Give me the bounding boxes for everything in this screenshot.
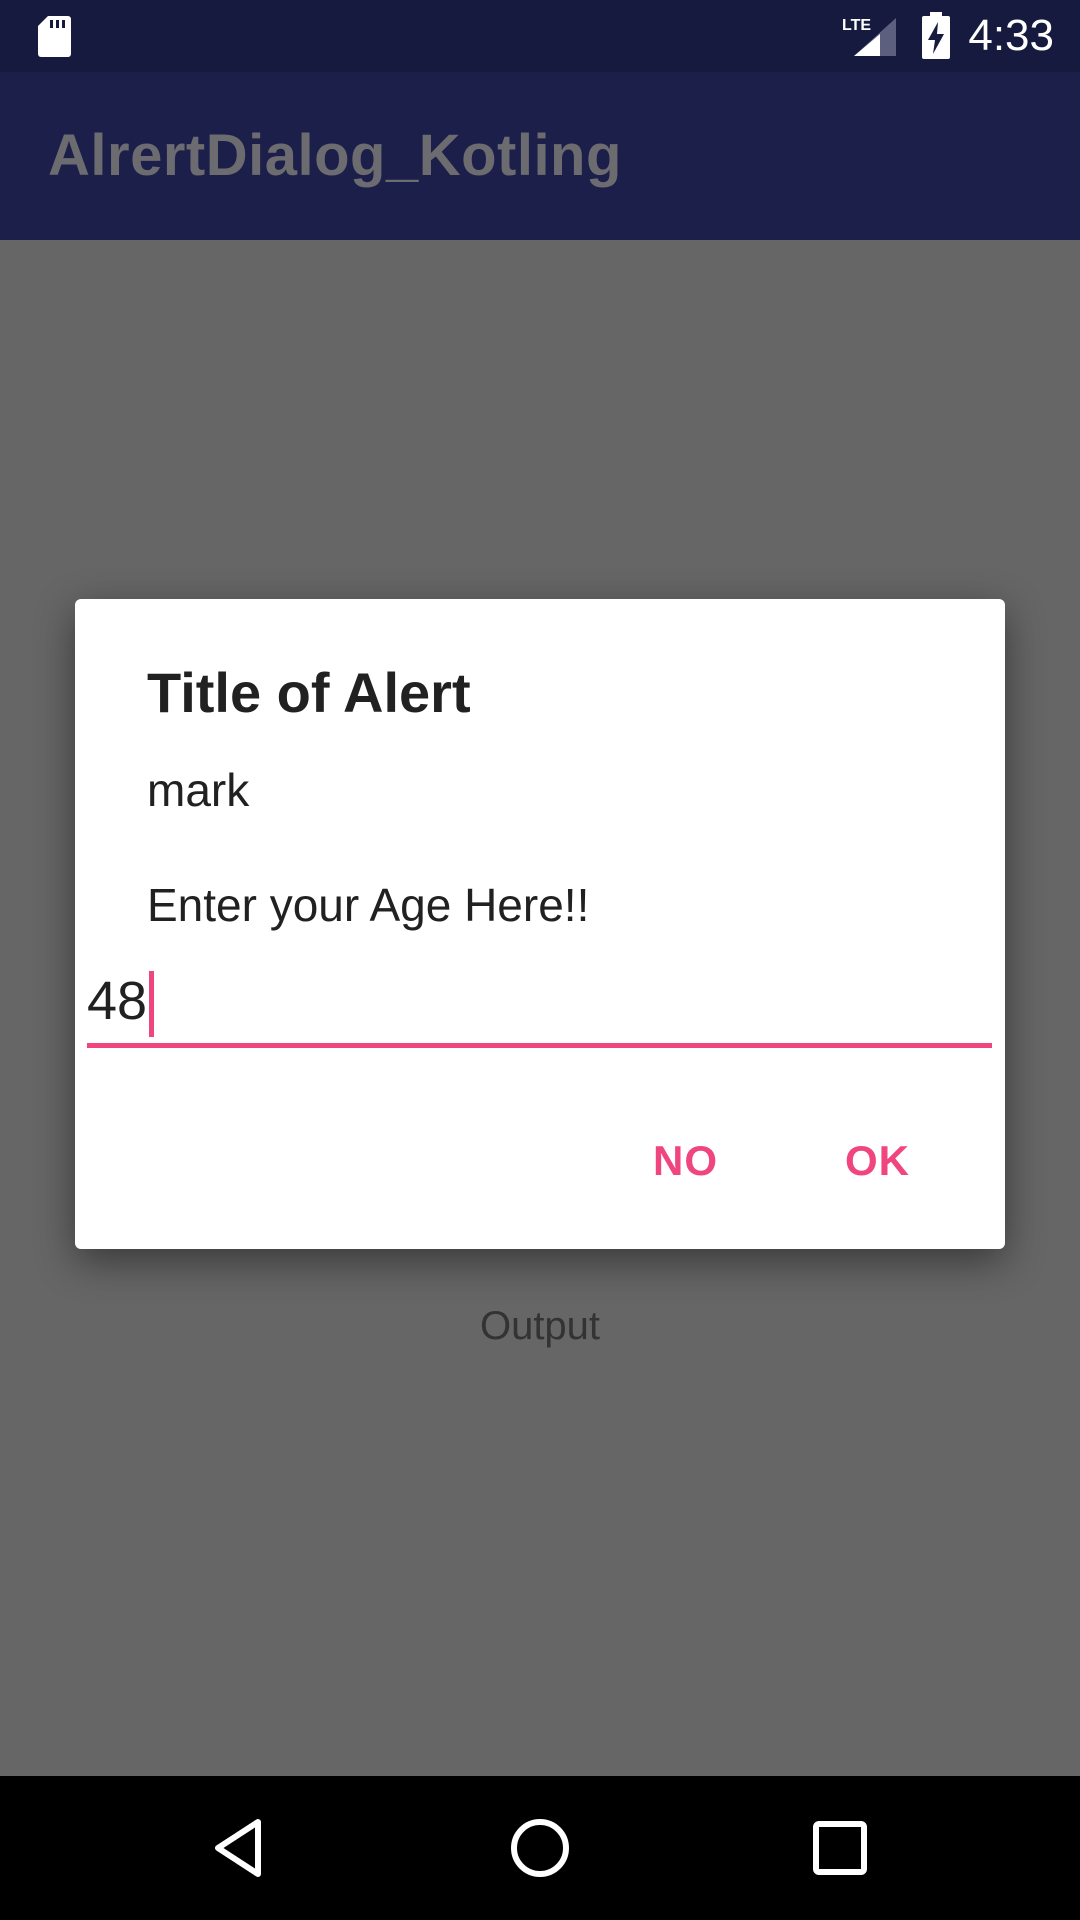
text-cursor bbox=[149, 971, 154, 1037]
back-icon[interactable] bbox=[196, 1804, 284, 1892]
home-icon[interactable] bbox=[496, 1804, 584, 1892]
output-label: Output bbox=[479, 1304, 601, 1348]
sd-card-icon bbox=[38, 16, 71, 57]
svg-text:LTE: LTE bbox=[842, 17, 871, 34]
navigation-bar bbox=[0, 1776, 1080, 1920]
age-input-value[interactable]: 48 bbox=[87, 963, 147, 1039]
dialog-title: Title of Alert bbox=[147, 661, 471, 724]
lte-signal-icon: LTE bbox=[842, 17, 896, 56]
status-bar: LTE 4:33 bbox=[0, 0, 1080, 72]
age-input-field[interactable]: 48 bbox=[87, 963, 992, 1048]
alert-dialog: Title of Alert mark Enter your Age Here!… bbox=[75, 599, 1005, 1249]
app-title: AlrertDialog_Kotling bbox=[48, 123, 622, 188]
ok-button[interactable]: OK bbox=[837, 1135, 918, 1187]
no-button[interactable]: NO bbox=[645, 1135, 726, 1187]
status-time: 4:33 bbox=[968, 11, 1054, 60]
dialog-prompt: Enter your Age Here!! bbox=[147, 879, 590, 931]
battery-charging-icon bbox=[922, 12, 950, 59]
app-bar: AlrertDialog_Kotling bbox=[0, 72, 1080, 240]
recents-icon[interactable] bbox=[796, 1804, 884, 1892]
dialog-message: mark bbox=[147, 764, 250, 816]
